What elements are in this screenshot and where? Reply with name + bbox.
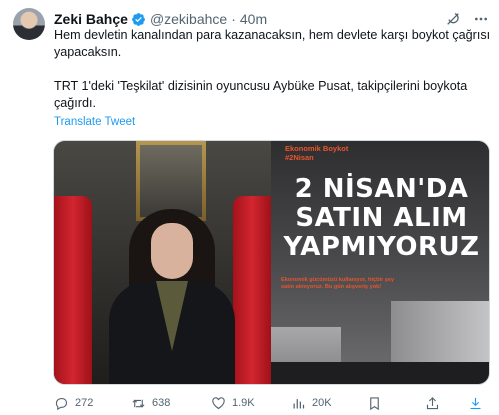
reply-button[interactable]: 272 bbox=[54, 396, 131, 411]
like-count: 1.9K bbox=[232, 397, 255, 409]
poster-top-text: Ekonomik Boykot #2Nisan bbox=[285, 144, 348, 162]
views-count: 20K bbox=[312, 397, 332, 409]
poster-headline-2: SATIN ALIM bbox=[295, 203, 468, 233]
share-icon bbox=[426, 396, 439, 409]
poster-top-line-1: Ekonomik Boykot bbox=[285, 144, 349, 153]
author-handle[interactable]: @zekibahce bbox=[150, 10, 227, 28]
tweet-paragraph-1: Hem devletin kanalından para kazanacaksı… bbox=[54, 28, 491, 59]
retweet-icon bbox=[132, 399, 145, 407]
separator-dot: · bbox=[231, 11, 236, 27]
grok-download-button[interactable] bbox=[468, 396, 488, 411]
verified-badge-icon bbox=[132, 12, 145, 26]
views-button[interactable]: 20K bbox=[291, 396, 367, 411]
actress-photo[interactable] bbox=[54, 141, 271, 384]
poster-top-line-2: #2Nisan bbox=[285, 153, 314, 162]
retweet-button[interactable]: 638 bbox=[131, 396, 211, 411]
author-name[interactable]: Zeki Bahçe bbox=[54, 10, 128, 28]
poster-headline: 2 NİSAN'DA SATIN ALIM YAPMIYORUZ bbox=[279, 175, 484, 262]
boycott-poster[interactable]: Ekonomik Boykot #2Nisan 2 NİSAN'DA SATIN… bbox=[271, 141, 489, 384]
like-button[interactable]: 1.9K bbox=[211, 396, 291, 411]
tweet-time[interactable]: 40m bbox=[240, 10, 267, 28]
turkish-flag-left bbox=[54, 196, 92, 384]
bookmark-button[interactable] bbox=[367, 396, 425, 411]
poster-headline-3: YAPMIYORUZ bbox=[283, 232, 480, 262]
turkish-flag-right bbox=[233, 196, 271, 384]
share-button[interactable] bbox=[425, 396, 468, 411]
reply-count: 272 bbox=[75, 397, 94, 409]
bookmark-icon bbox=[370, 396, 379, 410]
poster-subtext: Ekonomik gücümüzü kullanıyor, hiçbir şey… bbox=[281, 277, 395, 290]
poster-crowd bbox=[271, 362, 489, 384]
avatar[interactable] bbox=[13, 8, 45, 40]
header-actions bbox=[445, 11, 489, 27]
tweet-actions: 272 638 1.9K 20K bbox=[54, 394, 490, 412]
tweet-header: Zeki Bahçe @zekibahce · 40m bbox=[54, 10, 489, 28]
translate-tweet-link[interactable]: Translate Tweet bbox=[54, 116, 135, 128]
tweet-media[interactable]: Ekonomik Boykot #2Nisan 2 NİSAN'DA SATIN… bbox=[53, 140, 490, 385]
grok-icon[interactable] bbox=[445, 11, 461, 27]
tweet-text: Hem devletin kanalından para kazanacaksı… bbox=[54, 27, 492, 129]
poster-headline-1: 2 NİSAN'DA bbox=[294, 174, 469, 204]
reply-icon bbox=[55, 397, 68, 410]
views-icon bbox=[293, 398, 305, 408]
retweet-count: 638 bbox=[152, 397, 171, 409]
like-icon bbox=[212, 396, 225, 409]
tweet-paragraph-2: TRT 1'deki 'Teşkilat' dizisinin oyuncusu… bbox=[54, 79, 468, 110]
download-icon bbox=[470, 397, 481, 409]
more-icon[interactable] bbox=[473, 11, 489, 27]
person-face bbox=[151, 223, 193, 279]
